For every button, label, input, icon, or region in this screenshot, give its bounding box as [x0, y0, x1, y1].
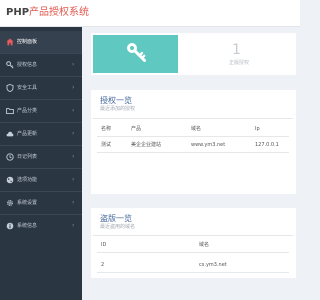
table-cell: 美企企业建站: [131, 142, 162, 148]
divider: [93, 118, 293, 119]
column-header: ID: [101, 242, 107, 248]
sidebar: 控制面板 授权信息 › 安全工具 › 产品分类 › 产品更新 › 日记列表 › …: [0, 27, 82, 300]
license-tile[interactable]: [93, 35, 178, 73]
auth-list-title: 授权一览: [100, 96, 132, 105]
table-divider: [97, 152, 289, 153]
gear-icon: [6, 199, 14, 207]
table-cell: 2: [101, 262, 105, 268]
sidebar-item-product-update[interactable]: 产品更新 ›: [0, 123, 82, 145]
app-logo[interactable]: PHP产品授权系统: [6, 7, 89, 19]
table-cell: 测试: [101, 142, 112, 148]
clock-icon: [6, 153, 14, 161]
table-divider: [97, 272, 289, 273]
sidebar-item-options[interactable]: 选项功能 ›: [0, 169, 82, 191]
table-divider: [97, 252, 289, 253]
sidebar-item-label: 控制面板: [17, 39, 38, 45]
divider: [93, 235, 293, 236]
chevron-right-icon: ›: [72, 153, 75, 160]
column-header: Ip: [255, 126, 260, 132]
sidebar-item-product-category[interactable]: 产品分类 ›: [0, 100, 82, 122]
info-icon: [6, 222, 14, 230]
top-bar: PHP产品授权系统: [0, 0, 300, 27]
sidebar-item-dashboard[interactable]: 控制面板: [0, 31, 82, 53]
home-icon: [6, 38, 14, 46]
key-icon: [6, 61, 14, 69]
table-cell: www.ym3.net: [191, 142, 226, 148]
sidebar-item-label: 系统信息: [17, 223, 38, 229]
column-header: 名称: [101, 126, 112, 132]
license-count-label: 正版授权: [229, 60, 250, 66]
chevron-right-icon: ›: [72, 130, 75, 137]
table-cell: 127.0.0.1: [255, 142, 279, 148]
sidebar-item-label: 产品分类: [17, 108, 38, 114]
cloud-icon: [6, 130, 14, 138]
shield-icon: [6, 84, 14, 92]
sidebar-item-label: 产品更新: [17, 131, 38, 137]
sidebar-item-log-list[interactable]: 日记列表 ›: [0, 146, 82, 168]
column-header: 产品: [131, 126, 142, 132]
auth-list-subtitle: 最近添加的授权: [100, 106, 136, 112]
folder-icon: [6, 107, 14, 115]
sidebar-item-system-settings[interactable]: 系统设置 ›: [0, 192, 82, 214]
key-icon: [125, 41, 147, 67]
sidebar-item-security-tools[interactable]: 安全工具 ›: [0, 77, 82, 99]
sidebar-item-label: 选项功能: [17, 177, 38, 183]
sidebar-item-auth-info[interactable]: 授权信息 ›: [0, 54, 82, 76]
sidebar-item-label: 系统设置: [17, 200, 38, 206]
chevron-right-icon: ›: [72, 107, 75, 114]
table-divider: [97, 136, 289, 137]
sidebar-item-label: 日记列表: [17, 154, 38, 160]
pirate-list-subtitle: 最近盗用的域名: [100, 224, 136, 230]
logo-prefix: PHP: [6, 7, 30, 18]
logo-suffix: 产品授权系统: [29, 7, 90, 18]
globe-icon: [6, 176, 14, 184]
sidebar-item-label: 授权信息: [17, 62, 38, 68]
sidebar-item-label: 安全工具: [17, 85, 38, 91]
chevron-right-icon: ›: [72, 222, 75, 229]
column-header: 域名: [199, 242, 210, 248]
chevron-right-icon: ›: [72, 176, 75, 183]
chevron-right-icon: ›: [72, 61, 75, 68]
chevron-right-icon: ›: [72, 199, 75, 206]
sidebar-item-system-info[interactable]: 系统信息 ›: [0, 215, 82, 237]
chevron-right-icon: ›: [72, 84, 75, 91]
pirate-list-title: 盗版一览: [100, 214, 132, 223]
table-cell: cs.ym3.net: [199, 262, 227, 268]
column-header: 域名: [191, 126, 202, 132]
license-count: 1: [232, 42, 241, 58]
